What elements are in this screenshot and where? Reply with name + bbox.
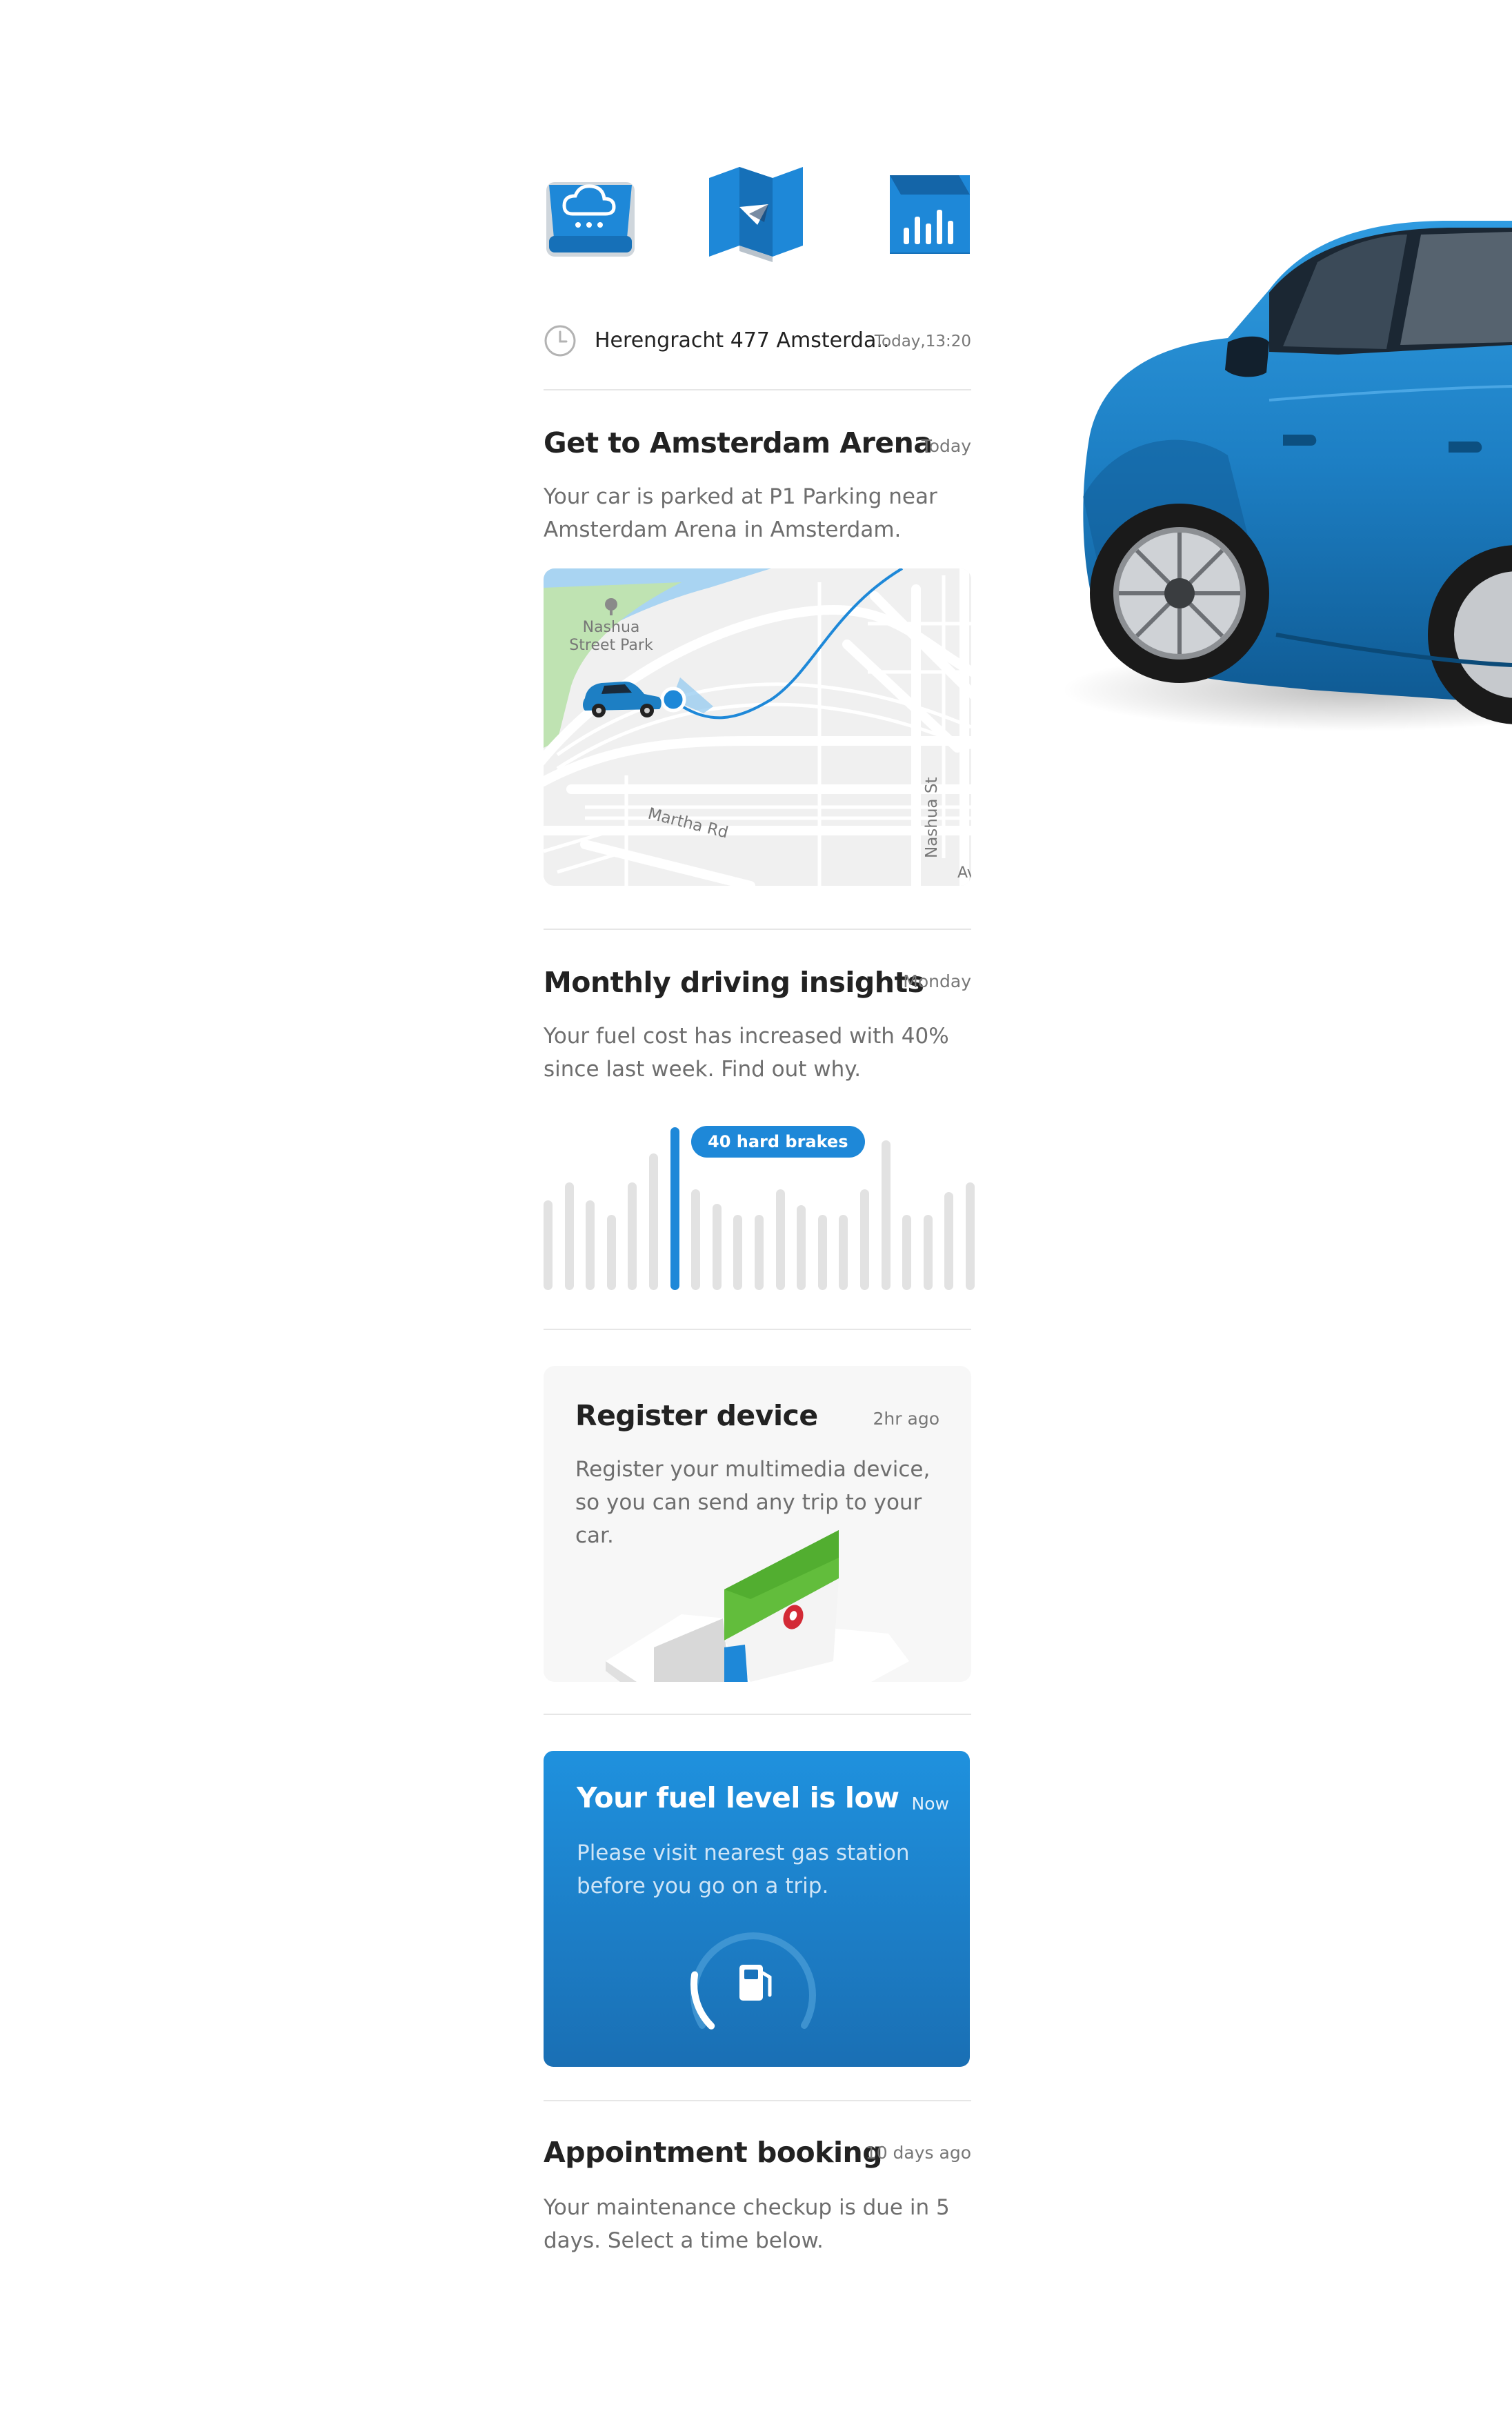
chart-bar[interactable] [882, 1140, 891, 1290]
chart-bar[interactable] [839, 1215, 848, 1290]
chart-bar[interactable] [944, 1192, 953, 1290]
insights-card-description: Your fuel cost has increased with 40% si… [544, 1024, 949, 1082]
chart-bar[interactable] [586, 1200, 595, 1290]
insights-card-time: Monday [903, 971, 971, 991]
divider [544, 1714, 971, 1715]
fuel-card-title: Your fuel level is low [577, 1781, 899, 1814]
park-label: Street Park [569, 637, 653, 654]
fuel-card-description: Please visit nearest gas station before … [577, 1841, 910, 1899]
appointment-card-title: Appointment booking [544, 2136, 883, 2169]
chart-bar[interactable] [776, 1189, 785, 1290]
clock-icon [544, 325, 576, 357]
fuel-level-card[interactable]: Your fuel level is low Now Please visit … [544, 1751, 970, 2067]
parking-card-time: Today [921, 436, 971, 456]
chart-bar[interactable] [966, 1182, 975, 1290]
parking-map[interactable]: Nashua Street Park Martha Rd Nashua St A… [544, 568, 971, 886]
chart-bar[interactable] [607, 1215, 616, 1290]
chart-bar[interactable] [649, 1153, 658, 1290]
chart-bar[interactable] [755, 1215, 764, 1290]
insights-card-title: Monthly driving insights [544, 966, 924, 999]
divider [544, 929, 971, 930]
park-label: Nashua [583, 619, 640, 636]
trip-timestamp: Today,13:20 [874, 333, 971, 350]
divider [544, 1329, 971, 1330]
insights-bar-chart[interactable]: 40 hard brakes [544, 1118, 975, 1290]
road-label: Av [957, 864, 971, 882]
map-icon [709, 167, 803, 262]
chart-bar[interactable] [924, 1215, 933, 1290]
chart-bar[interactable] [544, 1200, 553, 1290]
parking-card-title: Get to Amsterdam Arena [544, 426, 933, 459]
fuel-gauge [690, 1932, 816, 2030]
chart-bar[interactable] [902, 1215, 911, 1290]
recent-trip-row[interactable]: Herengracht 477 Amsterda.. Today,13:20 [544, 321, 971, 360]
road-label: Nashua St [923, 777, 941, 858]
parking-card-description: Your car is parked at P1 Parking near Am… [544, 484, 937, 542]
stats-button[interactable] [876, 164, 970, 262]
chart-bar[interactable] [713, 1204, 722, 1290]
fuel-card-time: Now [911, 1794, 949, 1814]
divider [544, 389, 971, 390]
register-card-title: Register device [575, 1399, 818, 1432]
hard-brakes-tooltip: 40 hard brakes [691, 1126, 865, 1158]
register-device-card[interactable]: Register device 2hr ago Register your mu… [544, 1366, 971, 1682]
car-image [1062, 207, 1512, 759]
chart-bar[interactable] [860, 1189, 869, 1290]
weather-button[interactable] [544, 164, 637, 262]
chart-bar[interactable] [628, 1182, 637, 1290]
chart-bar[interactable] [733, 1215, 742, 1290]
device-map-illustration [606, 1530, 909, 1682]
trip-address: Herengracht 477 Amsterda.. [595, 328, 890, 353]
register-card-time: 2hr ago [873, 1409, 939, 1429]
highlighted-bar[interactable] [670, 1127, 679, 1290]
bar-chart-icon [890, 175, 970, 254]
chart-bar[interactable] [797, 1205, 806, 1290]
fuel-pump-icon [739, 1965, 772, 2001]
appointment-card-time: 10 days ago [865, 2143, 971, 2163]
chart-bar[interactable] [565, 1182, 574, 1290]
chart-bar[interactable] [691, 1189, 700, 1290]
appointment-card-description: Your maintenance checkup is due in 5 day… [544, 2195, 950, 2253]
chart-bar[interactable] [818, 1215, 827, 1290]
divider [544, 2100, 971, 2101]
cloud-icon [546, 182, 635, 257]
map-button[interactable] [709, 164, 803, 262]
